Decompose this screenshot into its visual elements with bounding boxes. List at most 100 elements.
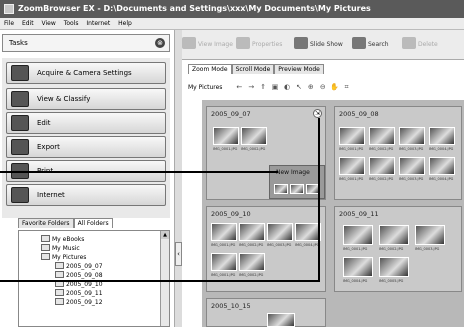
group-label: 2005_09_11 — [339, 210, 379, 218]
view-image-button[interactable]: View Image — [182, 36, 233, 54]
tab-scroll-mode[interactable]: Scroll Mode — [231, 64, 275, 74]
thumbnail-caption: IMG_0003.JPG — [399, 147, 424, 151]
thumbnail[interactable] — [239, 253, 265, 271]
menu-help[interactable]: Help — [118, 20, 132, 27]
thumbnail[interactable] — [241, 127, 267, 145]
properties-button[interactable]: Properties — [236, 36, 282, 54]
tab-zoom-mode[interactable]: Zoom Mode — [188, 64, 232, 74]
folder-icon — [41, 235, 50, 242]
back-icon[interactable]: ← — [234, 76, 244, 98]
thumbnail[interactable] — [415, 225, 445, 245]
tree-item[interactable]: My Music — [41, 244, 80, 252]
thumbnail-caption: IMG_0002.JPG — [239, 243, 264, 247]
trash-icon — [402, 37, 416, 49]
folder-group-2005-09-08[interactable]: 2005_09_08 IMG_0001.JPG IMG_0002.JPG IMG… — [334, 106, 462, 200]
tab-all-folders[interactable]: All Folders — [73, 218, 113, 228]
internet-button[interactable]: Internet — [6, 184, 166, 206]
thumbnail[interactable] — [267, 223, 293, 241]
thumbnail-caption: IMG_0003.JPG — [399, 177, 424, 181]
thumbnail[interactable] — [399, 127, 425, 145]
thumbnail-caption: IMG_0001.JPG — [213, 147, 238, 151]
menu-edit[interactable]: Edit — [22, 20, 34, 27]
tab-preview-mode[interactable]: Preview Mode — [274, 64, 324, 74]
delete-button[interactable]: Delete — [402, 36, 438, 54]
panel-splitter[interactable]: ‹ — [174, 30, 182, 327]
menu-file[interactable]: File — [4, 20, 14, 27]
thumbnail[interactable] — [239, 223, 265, 241]
export-button[interactable]: Export — [6, 136, 166, 158]
thumbnail[interactable] — [213, 127, 239, 145]
slide-show-button[interactable]: Slide Show — [294, 36, 343, 54]
up-folder-icon[interactable]: ⇑ — [258, 76, 268, 98]
folder-tree: My eBooks My Music My Pictures 2005_09_0… — [18, 230, 170, 327]
thumbnail[interactable] — [379, 225, 409, 245]
zoom-out-icon[interactable]: ⊖ — [318, 76, 328, 98]
thumbnail[interactable] — [429, 157, 455, 175]
app-icon — [4, 4, 14, 14]
collapse-icon[interactable]: ⊗ — [155, 38, 165, 48]
hand-icon[interactable]: ✋ — [330, 76, 340, 98]
thumbnail[interactable] — [343, 225, 373, 245]
forward-icon[interactable]: → — [246, 76, 256, 98]
menu-tools[interactable]: Tools — [64, 20, 79, 27]
properties-icon — [236, 37, 250, 49]
new-image-label: New Image — [276, 169, 310, 176]
thumbnail-caption: IMG_0003.JPG — [415, 247, 440, 251]
folder-icon — [41, 253, 50, 260]
fit-icon[interactable]: ⌗ — [342, 76, 352, 98]
tree-item[interactable]: My eBooks — [41, 235, 84, 243]
view-classify-icon — [11, 91, 29, 107]
thumbnail[interactable] — [211, 223, 237, 241]
collapse-panel-handle[interactable]: ‹ — [175, 242, 182, 266]
tree-item-my-pictures[interactable]: My Pictures — [41, 253, 86, 261]
thumbnail[interactable] — [211, 253, 237, 271]
button-label: Properties — [252, 41, 283, 48]
thumbnail[interactable] — [429, 127, 455, 145]
zoom-in-icon[interactable]: ⊕ — [306, 76, 316, 98]
folder-group-2005-09-07[interactable]: 2005_09_07 ⇲ IMG_0001.JPG IMG_0002.JPG N… — [206, 106, 326, 200]
thumbnail-caption: IMG_0001.JPG — [343, 247, 368, 251]
tree-item[interactable]: 2005_09_11 — [55, 289, 103, 297]
group-label: 2005_09_10 — [211, 210, 251, 218]
thumbnail[interactable] — [369, 127, 395, 145]
thumbnail[interactable] — [290, 184, 304, 194]
thumbnail[interactable] — [339, 127, 365, 145]
view-image-icon — [182, 37, 196, 49]
tree-item[interactable]: 2005_09_07 — [55, 262, 103, 270]
view-classify-button[interactable]: View & Classify — [6, 88, 166, 110]
thumbnail[interactable] — [379, 257, 409, 277]
breadcrumb[interactable]: My Pictures — [188, 84, 222, 91]
display-options-icon[interactable]: ▣ — [270, 76, 280, 98]
thumbnail-caption: IMG_0002.JPG — [379, 247, 404, 251]
thumbnail[interactable] — [267, 313, 295, 327]
tree-item[interactable]: 2005_09_12 — [55, 298, 103, 306]
slide-show-icon — [294, 37, 308, 49]
tab-favorite-folders[interactable]: Favorite Folders — [18, 218, 74, 228]
settings-icon[interactable]: ◐ — [282, 76, 292, 98]
scroll-up-icon[interactable]: ▲ — [161, 231, 169, 239]
menu-internet[interactable]: Internet — [86, 20, 110, 27]
thumbnail-caption: IMG_0002.JPG — [239, 273, 264, 277]
tree-scrollbar[interactable]: ▲ — [160, 231, 169, 326]
tree-label: My eBooks — [52, 236, 85, 243]
search-button[interactable]: Search — [352, 36, 389, 54]
button-label: Slide Show — [310, 41, 343, 48]
folder-group-2005-09-11[interactable]: 2005_09_11 IMG_0001.JPG IMG_0002.JPG IMG… — [334, 206, 462, 292]
folder-group-2005-10-15[interactable]: 2005_10_15 — [206, 298, 326, 327]
group-label: 2005_09_07 — [211, 110, 251, 118]
thumbnail[interactable] — [399, 157, 425, 175]
tree-item[interactable]: 2005_09_08 — [55, 271, 103, 279]
acquire-camera-settings-button[interactable]: Acquire & Camera Settings — [6, 62, 166, 84]
thumbnail[interactable] — [274, 184, 288, 194]
expand-icon[interactable]: ⇲ — [313, 109, 322, 118]
thumbnail[interactable] — [369, 157, 395, 175]
menu-view[interactable]: View — [42, 20, 56, 27]
edit-button[interactable]: Edit — [6, 112, 166, 134]
thumbnail[interactable] — [343, 257, 373, 277]
thumbnail-caption: IMG_0001.JPG — [211, 273, 236, 277]
task-panel: Acquire & Camera Settings View & Classif… — [2, 58, 170, 218]
pointer-icon[interactable]: ↖ — [294, 76, 304, 98]
thumbnail[interactable] — [339, 157, 365, 175]
button-label: Acquire & Camera Settings — [37, 69, 132, 77]
tasks-dropdown[interactable]: Tasks ⊗ — [2, 34, 170, 52]
